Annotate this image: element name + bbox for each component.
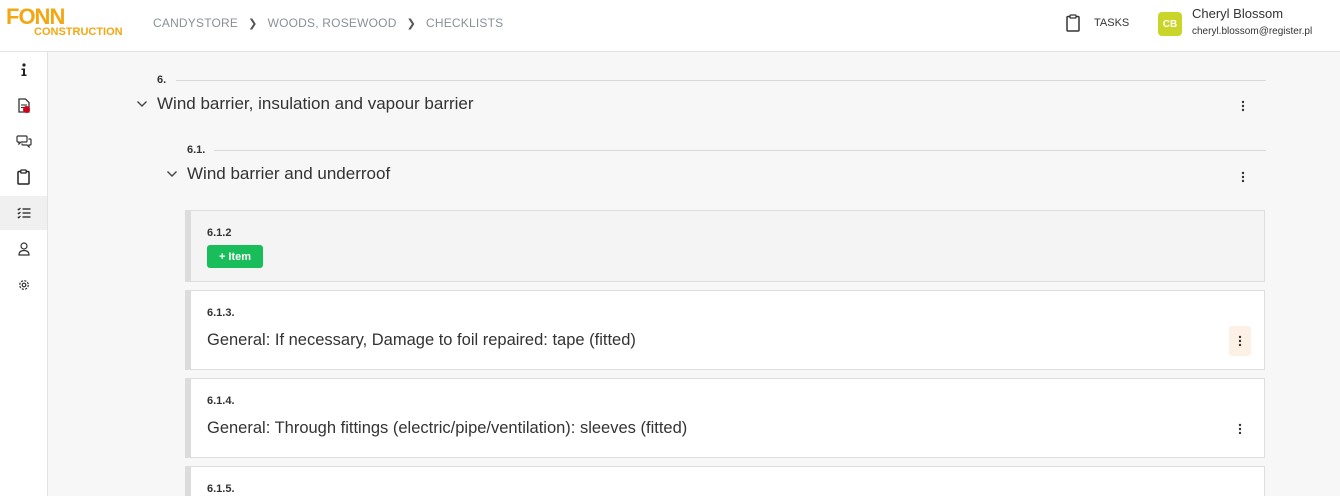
chevron-down-icon[interactable]	[136, 100, 148, 108]
top-bar: FONN CONSTRUCTION CANDYSTORE ❯ WOODS, RO…	[0, 0, 1340, 52]
sidebar-item-chat[interactable]	[0, 124, 47, 158]
breadcrumb-checklists[interactable]: CHECKLISTS	[426, 16, 503, 30]
chat-icon	[15, 135, 32, 148]
subsection-title: Wind barrier and underroof	[187, 164, 391, 183]
more-vertical-icon	[1241, 100, 1245, 112]
breadcrumb-project[interactable]: CANDYSTORE	[153, 16, 238, 30]
subsection-menu-button[interactable]	[1232, 166, 1254, 188]
section-title: Wind barrier, insulation and vapour barr…	[157, 94, 474, 113]
subsection-number: 6.1.	[187, 144, 206, 156]
breadcrumb: CANDYSTORE ❯ WOODS, ROSEWOOD ❯ CHECKLIST…	[153, 15, 503, 31]
add-item-button[interactable]: + Item	[207, 245, 263, 268]
logo-wordmark: FONN	[6, 4, 65, 29]
clipboard-icon	[17, 169, 30, 185]
sidebar-item-documents[interactable]	[0, 88, 47, 122]
item-menu-button[interactable]	[1229, 418, 1251, 440]
item-menu-button[interactable]	[1229, 326, 1251, 356]
tasks-label: TASKS	[1094, 17, 1130, 29]
item-number: 6.1.5.	[207, 483, 235, 495]
checklist-content: 6. Wind barrier, insulation and vapour b…	[48, 52, 1340, 496]
add-item-card: 6.1.2 + Item	[185, 210, 1265, 282]
sidebar-item-checklists[interactable]	[0, 196, 47, 230]
avatar: CB	[1158, 12, 1182, 36]
user-menu[interactable]: CB Cheryl Blossom cheryl.blossom@registe…	[1158, 6, 1338, 46]
item-number: 6.1.2	[207, 227, 232, 239]
more-vertical-icon	[1238, 423, 1242, 435]
section-number: 6.	[157, 74, 167, 86]
item-text: General: If necessary, Damage to foil re…	[207, 331, 636, 349]
chevron-right-icon: ❯	[248, 17, 258, 30]
user-name: Cheryl Blossom	[1192, 6, 1284, 21]
clipboard-icon	[1066, 14, 1080, 32]
divider	[214, 150, 1266, 151]
sidebar	[0, 52, 48, 496]
chevron-down-icon[interactable]	[166, 170, 178, 178]
breadcrumb-location[interactable]: WOODS, ROSEWOOD	[268, 16, 397, 30]
gear-icon	[18, 280, 29, 290]
section-menu-button[interactable]	[1232, 95, 1254, 117]
user-email: cheryl.blossom@register.pl	[1192, 26, 1313, 37]
sidebar-item-settings[interactable]	[0, 268, 47, 302]
item-text: General: Through fittings (electric/pipe…	[207, 419, 688, 437]
tasks-button[interactable]: TASKS	[1066, 12, 1129, 34]
fonn-logo[interactable]: FONN CONSTRUCTION	[6, 6, 124, 42]
sidebar-item-tasks[interactable]	[0, 160, 47, 194]
checklist-item[interactable]: 6.1.3. General: If necessary, Damage to …	[185, 290, 1265, 370]
divider	[176, 80, 1266, 81]
more-vertical-icon	[1241, 171, 1245, 183]
user-icon	[17, 242, 30, 256]
chevron-right-icon: ❯	[406, 17, 416, 30]
checklist-icon	[16, 207, 30, 219]
notification-dot	[23, 106, 30, 113]
checklist-item[interactable]: 6.1.4. General: Through fittings (electr…	[185, 378, 1265, 458]
item-number: 6.1.4.	[207, 395, 235, 407]
info-icon	[21, 63, 26, 76]
sidebar-item-info[interactable]	[0, 53, 47, 87]
logo-subtitle: CONSTRUCTION	[34, 26, 123, 38]
item-number: 6.1.3.	[207, 307, 235, 319]
checklist-item[interactable]: 6.1.5.	[185, 466, 1265, 496]
sidebar-item-users[interactable]	[0, 232, 47, 266]
more-vertical-icon	[1238, 335, 1242, 347]
